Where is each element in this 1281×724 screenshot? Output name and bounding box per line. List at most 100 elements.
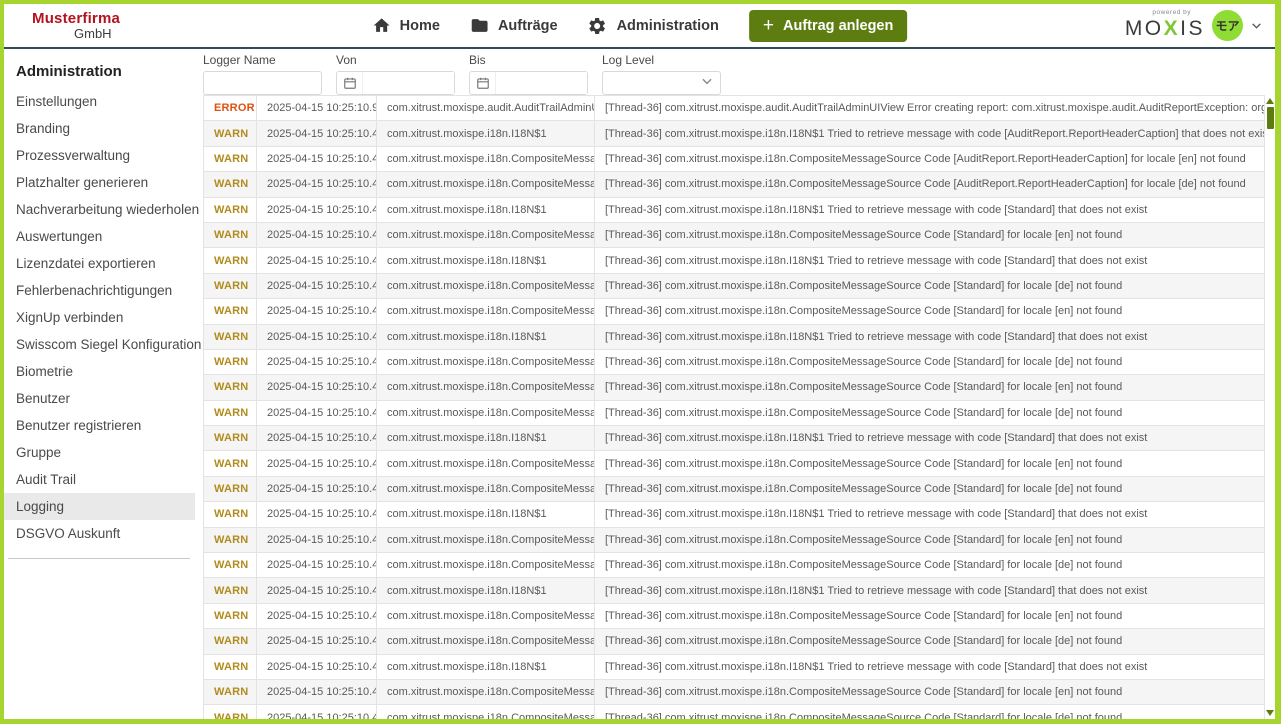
sidebar-item-benutzer-registrieren[interactable]: Benutzer registrieren (4, 412, 195, 439)
sidebar-item-audit-trail[interactable]: Audit Trail (4, 466, 195, 493)
von-label: Von (336, 54, 455, 67)
log-timestamp-cell: 2025-04-15 10:25:10.456 (257, 679, 377, 704)
create-order-button[interactable]: + Auftrag anlegen (749, 10, 907, 42)
log-message-cell: [Thread-36] com.xitrust.moxispe.i18n.I18… (595, 324, 1265, 349)
table-row[interactable]: WARN 2025-04-15 10:25:10.474 com.xitrust… (204, 172, 1265, 197)
nav-home[interactable]: Home (372, 16, 440, 35)
sidebar-item-gruppe[interactable]: Gruppe (4, 439, 195, 466)
sidebar-item-logging[interactable]: Logging (4, 493, 195, 520)
log-timestamp-cell: 2025-04-15 10:25:10.464 (257, 476, 377, 501)
sidebar-item-biometrie[interactable]: Biometrie (4, 358, 195, 385)
log-message-cell: [Thread-36] com.xitrust.moxispe.i18n.Com… (595, 553, 1265, 578)
sidebar-item-xignup-verbinden[interactable]: XignUp verbinden (4, 304, 195, 331)
table-row[interactable]: WARN 2025-04-15 10:25:10.464 com.xitrust… (204, 451, 1265, 476)
log-level-cell: WARN (204, 197, 257, 222)
sidebar-item-einstellungen[interactable]: Einstellungen (4, 88, 195, 115)
moxis-brand-left: MO (1125, 17, 1164, 40)
von-calendar-icon[interactable] (337, 72, 363, 94)
log-level-cell: WARN (204, 121, 257, 146)
log-level-cell: WARN (204, 502, 257, 527)
bis-date-field (469, 71, 588, 95)
table-row[interactable]: WARN 2025-04-15 10:25:10.464 com.xitrust… (204, 476, 1265, 501)
table-row[interactable]: WARN 2025-04-15 10:25:10.461 com.xitrust… (204, 553, 1265, 578)
user-avatar[interactable]: モア (1212, 10, 1243, 41)
sidebar-divider (8, 558, 190, 559)
log-timestamp-cell: 2025-04-15 10:25:10.989 (257, 96, 377, 121)
logger-name-label: Logger Name (203, 54, 322, 67)
table-row[interactable]: ERROR 2025-04-15 10:25:10.989 com.xitrus… (204, 96, 1265, 121)
table-row[interactable]: WARN 2025-04-15 10:25:10.463 com.xitrust… (204, 502, 1265, 527)
table-row[interactable]: WARN 2025-04-15 10:25:10.471 com.xitrust… (204, 222, 1265, 247)
log-level-cell: WARN (204, 553, 257, 578)
sidebar-item-fehlerbenachrichtigungen[interactable]: Fehlerbenachrichtigungen (4, 277, 195, 304)
sidebar-item-swisscom-siegel-konfiguration[interactable]: Swisscom Siegel Konfiguration (4, 331, 195, 358)
table-row[interactable]: WARN 2025-04-15 10:25:10.468 com.xitrust… (204, 349, 1265, 374)
table-row[interactable]: WARN 2025-04-15 10:25:10.465 com.xitrust… (204, 426, 1265, 451)
log-message-cell: [Thread-36] com.xitrust.moxispe.i18n.Com… (595, 172, 1265, 197)
table-row[interactable]: WARN 2025-04-15 10:25:10.462 com.xitrust… (204, 527, 1265, 552)
sidebar-item-benutzer[interactable]: Benutzer (4, 385, 195, 412)
nav-auftraege[interactable]: Aufträge (470, 16, 558, 35)
bis-date-input[interactable] (496, 72, 587, 94)
table-row[interactable]: WARN 2025-04-15 10:25:10.460 com.xitrust… (204, 603, 1265, 628)
log-message-cell: [Thread-36] com.xitrust.moxispe.i18n.Com… (595, 375, 1265, 400)
log-logger-cell: com.xitrust.moxispe.i18n.I18N$1 (377, 426, 595, 451)
table-row[interactable]: WARN 2025-04-15 10:25:10.461 com.xitrust… (204, 578, 1265, 603)
table-row[interactable]: WARN 2025-04-15 10:25:10.470 com.xitrust… (204, 273, 1265, 298)
scrollbar-up-arrow-icon[interactable] (1266, 98, 1274, 104)
table-row[interactable]: WARN 2025-04-15 10:25:10.469 com.xitrust… (204, 299, 1265, 324)
table-row[interactable]: WARN 2025-04-15 10:25:10.459 com.xitrust… (204, 629, 1265, 654)
table-row[interactable]: WARN 2025-04-15 10:25:10.455 com.xitrust… (204, 705, 1265, 719)
filter-von: Von (336, 54, 455, 95)
sidebar-item-label: Audit Trail (16, 472, 76, 487)
scrollbar-thumb[interactable] (1267, 107, 1274, 129)
table-row[interactable]: WARN 2025-04-15 10:25:10.467 com.xitrust… (204, 375, 1265, 400)
main-nav: Home Aufträge Administration + Auftrag a… (372, 10, 908, 42)
log-level-cell: WARN (204, 451, 257, 476)
table-row[interactable]: WARN 2025-04-15 10:25:10.476 com.xitrust… (204, 121, 1265, 146)
log-table-body: ERROR 2025-04-15 10:25:10.989 com.xitrus… (204, 96, 1265, 720)
log-logger-cell: com.xitrust.moxispe.i18n.CompositeMessag… (377, 273, 595, 298)
table-row[interactable]: WARN 2025-04-15 10:25:10.456 com.xitrust… (204, 679, 1265, 704)
sidebar-item-auswertungen[interactable]: Auswertungen (4, 223, 195, 250)
table-row[interactable]: WARN 2025-04-15 10:25:10.475 com.xitrust… (204, 146, 1265, 171)
von-date-input[interactable] (363, 72, 454, 94)
sidebar-item-label: Benutzer (16, 391, 70, 406)
table-row[interactable]: WARN 2025-04-15 10:25:10.470 com.xitrust… (204, 248, 1265, 273)
sidebar-item-prozessverwaltung[interactable]: Prozessverwaltung (4, 142, 195, 169)
log-filters: Logger Name Von Bis (203, 49, 1265, 95)
sidebar-item-label: Branding (16, 121, 70, 136)
log-message-cell: [Thread-36] com.xitrust.moxispe.i18n.I18… (595, 502, 1265, 527)
nav-administration-label: Administration (617, 18, 719, 34)
log-logger-cell: com.xitrust.moxispe.i18n.CompositeMessag… (377, 400, 595, 425)
table-scrollbar[interactable] (1265, 96, 1275, 719)
log-logger-cell: com.xitrust.moxispe.i18n.CompositeMessag… (377, 553, 595, 578)
sidebar-item-label: Prozessverwaltung (16, 148, 130, 163)
log-timestamp-cell: 2025-04-15 10:25:10.475 (257, 146, 377, 171)
table-row[interactable]: WARN 2025-04-15 10:25:10.457 com.xitrust… (204, 654, 1265, 679)
log-message-cell: [Thread-36] com.xitrust.moxispe.i18n.Com… (595, 146, 1265, 171)
company-logo[interactable]: Musterfirma GmbH (32, 11, 120, 40)
sidebar-item-branding[interactable]: Branding (4, 115, 195, 142)
table-row[interactable]: WARN 2025-04-15 10:25:10.472 com.xitrust… (204, 197, 1265, 222)
sidebar-item-dsgvo-auskunft[interactable]: DSGVO Auskunft (4, 520, 195, 547)
sidebar-item-platzhalter-generieren[interactable]: Platzhalter generieren (4, 169, 195, 196)
log-logger-cell: com.xitrust.moxispe.i18n.CompositeMessag… (377, 603, 595, 628)
filter-log-level: Log Level (602, 54, 721, 95)
log-timestamp-cell: 2025-04-15 10:25:10.461 (257, 578, 377, 603)
log-timestamp-cell: 2025-04-15 10:25:10.468 (257, 349, 377, 374)
moxis-brand-right: IS (1180, 17, 1205, 40)
log-level-cell: WARN (204, 603, 257, 628)
sidebar-item-lizenzdatei-exportieren[interactable]: Lizenzdatei exportieren (4, 250, 195, 277)
table-row[interactable]: WARN 2025-04-15 10:25:10.468 com.xitrust… (204, 324, 1265, 349)
nav-administration[interactable]: Administration (588, 16, 719, 36)
scrollbar-down-arrow-icon[interactable] (1266, 710, 1274, 716)
logger-name-input[interactable] (203, 71, 322, 95)
user-menu-chevron-icon[interactable] (1250, 19, 1263, 32)
log-logger-cell: com.xitrust.moxispe.i18n.CompositeMessag… (377, 679, 595, 704)
bis-calendar-icon[interactable] (470, 72, 496, 94)
log-level-select[interactable] (602, 71, 721, 95)
log-message-cell: [Thread-36] com.xitrust.moxispe.i18n.Com… (595, 476, 1265, 501)
sidebar-item-nachverarbeitung-wiederholen[interactable]: Nachverarbeitung wiederholen (4, 196, 195, 223)
table-row[interactable]: WARN 2025-04-15 10:25:10.466 com.xitrust… (204, 400, 1265, 425)
